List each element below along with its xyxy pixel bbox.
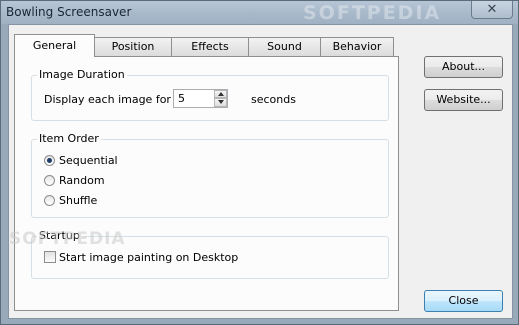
radio-shuffle[interactable] — [44, 195, 55, 206]
body-watermark: SOFTPEDIA — [9, 229, 126, 249]
close-icon: ✕ — [486, 2, 498, 17]
radio-random-label: Random — [59, 174, 105, 187]
item-order-group: Item Order Sequential Random Shuffle — [31, 132, 389, 218]
tab-behavior[interactable]: Behavior — [320, 37, 394, 56]
title-bar[interactable]: Bowling Screensaver SOFTPEDIA ✕ — [1, 1, 518, 24]
about-button[interactable]: About... — [424, 56, 503, 78]
tab-sound[interactable]: Sound — [248, 37, 321, 56]
display-duration-suffix: seconds — [251, 93, 296, 106]
radio-sequential-label: Sequential — [59, 154, 118, 167]
title-watermark: SOFTPEDIA — [303, 2, 442, 24]
tab-effects[interactable]: Effects — [171, 37, 249, 56]
duration-input[interactable] — [174, 90, 212, 107]
item-order-label: Item Order — [37, 132, 101, 145]
radio-shuffle-label: Shuffle — [59, 194, 98, 207]
image-duration-group: Image Duration Display each image for se… — [31, 68, 389, 121]
screensaver-window: Bowling Screensaver SOFTPEDIA ✕ General … — [0, 0, 519, 325]
start-painting-label: Start image painting on Desktop — [59, 251, 239, 264]
general-tab-panel: Image Duration Display each image for se… — [14, 56, 399, 311]
spin-up-button[interactable] — [214, 90, 227, 98]
close-button[interactable]: Close — [424, 290, 503, 312]
start-painting-checkbox[interactable] — [44, 251, 56, 263]
window-title: Bowling Screensaver — [6, 5, 132, 19]
tab-position[interactable]: Position — [94, 37, 172, 56]
dialog-client-area: General Position Effects Sound Behavior … — [8, 24, 513, 319]
spin-down-button[interactable] — [214, 98, 227, 107]
arrow-down-icon — [218, 100, 224, 104]
radio-random[interactable] — [44, 175, 55, 186]
window-close-button[interactable]: ✕ — [471, 1, 513, 19]
image-duration-label: Image Duration — [37, 68, 127, 81]
duration-spinner — [173, 89, 228, 108]
tab-general[interactable]: General — [14, 34, 95, 57]
radio-sequential[interactable] — [44, 155, 55, 166]
website-button[interactable]: Website... — [424, 89, 503, 111]
display-duration-prefix: Display each image for — [44, 93, 171, 106]
arrow-up-icon — [218, 92, 224, 96]
